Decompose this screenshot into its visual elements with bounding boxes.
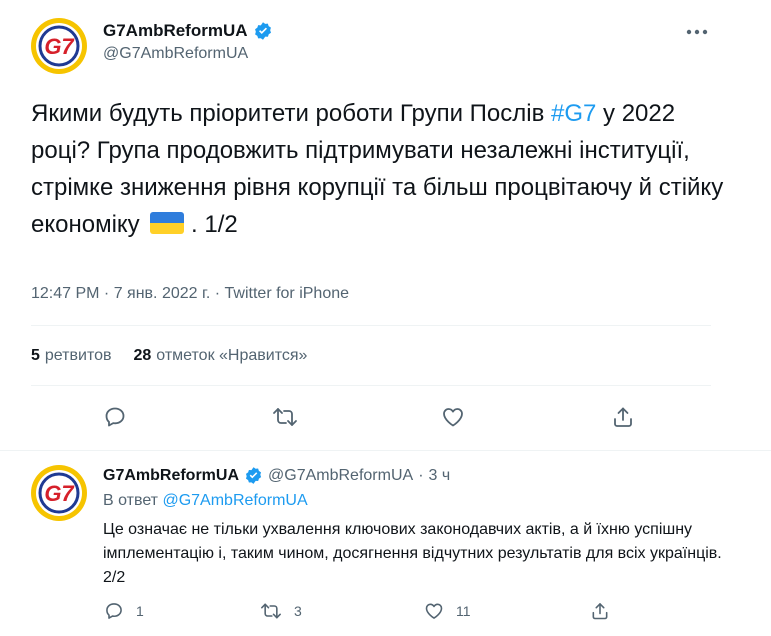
tweet-text: Якими будуть пріоритети роботи Групи Пос… <box>31 95 731 243</box>
like-button[interactable] <box>436 400 470 434</box>
in-reply-handle-link[interactable]: @G7AmbReformUA <box>162 492 307 509</box>
reply-actions: 1 3 11 <box>0 598 771 624</box>
retweet-icon <box>273 408 297 426</box>
g7-logo-icon: G7 <box>31 465 87 521</box>
author-display-name[interactable]: G7AmbReformUA <box>103 21 273 41</box>
like-count: 11 <box>456 603 471 619</box>
main-tweet: G7 G7AmbReformUA @G7AmbReformUA Якими бу… <box>0 0 771 451</box>
reply-share-button[interactable] <box>590 598 610 624</box>
g7-logo-text: G7 <box>44 34 75 59</box>
reply-time[interactable]: 3 ч <box>429 467 451 485</box>
likes-stat[interactable]: 28 отметок «Нравится» <box>133 347 307 365</box>
like-icon <box>425 603 443 619</box>
likes-count: 28 <box>133 347 152 364</box>
author-name-text: G7AmbReformUA <box>103 21 248 40</box>
author-handle[interactable]: @G7AmbReformUA <box>103 45 273 63</box>
reply-author-name[interactable]: G7AmbReformUA <box>103 467 239 485</box>
verified-badge-icon <box>253 21 273 41</box>
reply-like-button[interactable]: 11 <box>424 598 471 624</box>
retweet-button[interactable] <box>268 400 302 434</box>
share-button[interactable] <box>606 400 640 434</box>
reply-button[interactable] <box>98 400 132 434</box>
reply-icon <box>105 407 125 427</box>
divider <box>31 385 711 386</box>
reply-author-handle[interactable]: @G7AmbReformUA <box>268 467 413 485</box>
retweets-count: 5 <box>31 347 40 364</box>
g7-logo-text: G7 <box>44 481 75 506</box>
retweet-count: 3 <box>294 603 302 619</box>
hashtag-link[interactable]: #G7 <box>551 100 596 127</box>
tweet-separator <box>0 450 771 451</box>
likes-label: отметок «Нравится» <box>156 347 308 364</box>
reply-reply-button[interactable]: 1 <box>104 598 144 624</box>
separator-dot: · <box>418 466 424 484</box>
tweet-actions <box>0 400 771 434</box>
ukraine-flag-icon <box>150 212 185 234</box>
reply-header: G7AmbReformUA @G7AmbReformUA · 3 ч <box>103 466 450 485</box>
tweet-text-part1: Якими будуть пріоритети роботи Групи Пос… <box>31 100 551 127</box>
share-icon <box>592 603 608 620</box>
more-button[interactable] <box>684 22 710 42</box>
avatar[interactable]: G7 <box>30 17 88 75</box>
g7-logo-icon: G7 <box>31 18 87 74</box>
like-icon <box>443 408 463 427</box>
share-icon <box>614 407 632 427</box>
reply-text: Це означає не тільки ухвалення ключових … <box>103 521 722 586</box>
tweet-timestamp[interactable]: 12:47 PM · 7 янв. 2022 г. · Twitter for … <box>31 285 349 303</box>
divider <box>31 325 711 326</box>
reply-avatar[interactable]: G7 <box>30 464 88 522</box>
tweet-text-part3: . 1/2 <box>184 211 238 238</box>
more-icon <box>686 29 708 35</box>
retweets-label: ретвитов <box>44 347 112 364</box>
in-reply-to: В ответ @G7AmbReformUA <box>103 492 308 510</box>
retweets-stat[interactable]: 5 ретвитов <box>31 347 111 365</box>
retweet-icon <box>261 603 281 619</box>
reply-tweet[interactable]: G7 G7AmbReformUA @G7AmbReformUA · 3 ч В … <box>0 452 771 636</box>
reply-count: 1 <box>136 603 144 619</box>
reply-retweet-button[interactable]: 3 <box>260 598 302 624</box>
verified-badge-icon <box>244 466 263 485</box>
author-info: G7AmbReformUA @G7AmbReformUA <box>103 21 273 63</box>
in-reply-prefix: В ответ <box>103 492 163 509</box>
reply-icon <box>106 603 122 619</box>
tweet-stats: 5 ретвитов 28 отметок «Нравится» <box>31 347 307 365</box>
